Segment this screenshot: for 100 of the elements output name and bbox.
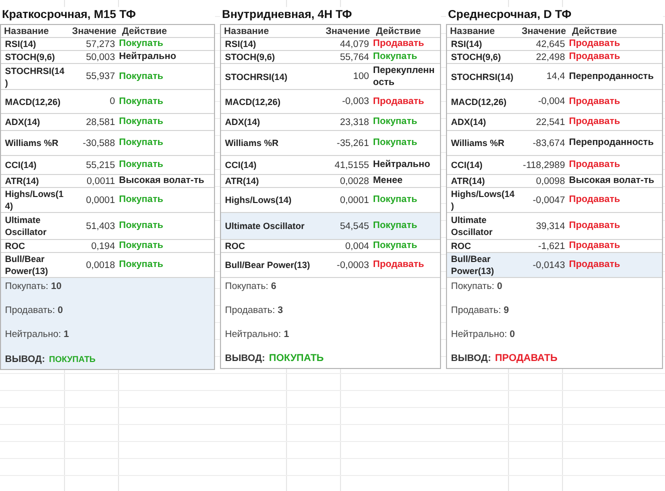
indicator-value: 0,0028 bbox=[338, 176, 370, 186]
table-row[interactable]: STOCH(9,6) 50,003 Нейтрально bbox=[1, 51, 214, 64]
verdict-value: ПРОДАВАТЬ bbox=[494, 353, 558, 365]
indicator-name: Williams %R bbox=[450, 137, 506, 149]
indicator-name: Highs/Lows(14) bbox=[224, 194, 293, 206]
indicator-value: 0 bbox=[108, 96, 116, 107]
indicator-name: RSI(14) bbox=[4, 38, 38, 50]
panel-title: Внутридневная, 4H ТФ bbox=[220, 7, 441, 24]
indicator-action: Продавать bbox=[373, 259, 426, 271]
indicator-name: Williams %R bbox=[224, 137, 280, 149]
indicator-value: 0,0098 bbox=[534, 176, 566, 186]
indicator-name: Bull/Bear Power(13) bbox=[4, 253, 50, 277]
indicator-name: STOCH(9,6) bbox=[224, 51, 276, 63]
indicator-value: 14,4 bbox=[546, 71, 566, 82]
indicator-value: 28,581 bbox=[84, 116, 116, 128]
indicator-action: Продавать bbox=[373, 38, 426, 50]
indicator-name: ADX(14) bbox=[450, 116, 488, 128]
indicator-value: 0,004 bbox=[344, 240, 370, 252]
indicator-value: -30,588 bbox=[82, 138, 116, 148]
table-row[interactable]: Bull/Bear Power(13) 0,0018 Покупать bbox=[1, 253, 214, 278]
verdict-label: ВЫВОД: bbox=[5, 354, 45, 366]
indicator-value: 50,003 bbox=[84, 52, 116, 62]
table-row[interactable]: ATR(14) 0,0028 Менее bbox=[221, 175, 440, 188]
indicator-value: 0,194 bbox=[90, 240, 116, 252]
indicator-action: Продавать bbox=[569, 159, 622, 171]
indicator-name: STOCHRSI(14) bbox=[224, 70, 288, 82]
table-row[interactable]: ROC -1,621 Продавать bbox=[447, 240, 662, 253]
table-row[interactable]: Highs/Lows(14) 0,0001 Покупать bbox=[1, 188, 214, 213]
column-header: Значение bbox=[520, 26, 567, 36]
table-row[interactable]: RSI(14) 57,273 Покупать bbox=[1, 38, 214, 51]
indicator-action: Покупать bbox=[119, 116, 164, 128]
table-row[interactable]: ATR(14) 0,0098 Высокая волат-ть bbox=[447, 175, 662, 188]
indicator-action: Перекупленность bbox=[373, 64, 436, 88]
table-row[interactable]: ROC 0,004 Покупать bbox=[221, 240, 440, 253]
indicator-action: Нейтрально bbox=[119, 51, 178, 63]
indicator-name: RSI(14) bbox=[224, 38, 258, 50]
indicator-name: Highs/Lows(14) bbox=[4, 188, 65, 212]
indicator-action: Высокая волат-ть bbox=[569, 175, 656, 187]
column-header: Действие bbox=[121, 26, 168, 36]
verdict-value: ПОКУПАТЬ bbox=[48, 353, 96, 365]
table-row[interactable]: ATR(14) 0,0011 Высокая волат-ть bbox=[1, 175, 214, 188]
table-row[interactable]: STOCH(9,6) 55,764 Покупать bbox=[221, 51, 440, 64]
indicator-value: -83,674 bbox=[532, 138, 566, 148]
table-row[interactable]: Highs/Lows(14) -0,0047 Продавать bbox=[447, 188, 662, 213]
indicator-action: Покупать bbox=[119, 96, 164, 108]
indicator-name: STOCHRSI(14) bbox=[4, 64, 66, 88]
table-row[interactable]: RSI(14) 44,079 Продавать bbox=[221, 38, 440, 51]
indicator-value: -0,004 bbox=[537, 96, 566, 107]
indicator-action: Покупать bbox=[119, 38, 164, 50]
indicator-value: -35,261 bbox=[336, 138, 370, 148]
indicator-value: 0,0018 bbox=[84, 260, 116, 270]
summary-count: Покупать: 10 bbox=[5, 281, 63, 293]
summary-count: Продавать: 3 bbox=[225, 305, 284, 317]
indicator-name: ROC bbox=[224, 240, 246, 252]
verdict-value: ПОКУПАТЬ bbox=[269, 353, 324, 365]
indicator-name: RSI(14) bbox=[450, 38, 484, 50]
indicator-action: Покупать bbox=[119, 194, 164, 206]
summary-count: Покупать: 0 bbox=[451, 281, 504, 293]
indicator-action: Менее bbox=[373, 175, 404, 187]
indicator-action: Высокая волат-ть bbox=[119, 175, 206, 187]
indicator-action: Покупать bbox=[373, 137, 418, 149]
table-row[interactable]: ROC 0,194 Покупать bbox=[1, 240, 214, 253]
table-row[interactable]: Ultimate Oscillator 51,403 Покупать bbox=[1, 213, 214, 240]
indicator-name: ATR(14) bbox=[450, 175, 486, 187]
indicator-value: 44,079 bbox=[338, 38, 370, 50]
indicator-action: Продавать bbox=[569, 240, 622, 252]
indicator-action: Продавать bbox=[569, 51, 622, 63]
indicator-value: -0,003 bbox=[341, 96, 370, 107]
table-row[interactable]: Ultimate Oscillator 54,545 Покупать bbox=[221, 213, 440, 240]
indicator-action: Покупать bbox=[373, 220, 418, 232]
indicator-name: CCI(14) bbox=[4, 159, 38, 171]
indicator-action: Покупать bbox=[373, 116, 418, 128]
indicator-value: -0,0003 bbox=[336, 260, 370, 270]
column-header: Название bbox=[223, 26, 270, 36]
summary-count: Нейтрально: 1 bbox=[5, 329, 70, 341]
indicator-name: CCI(14) bbox=[450, 159, 484, 171]
table-row[interactable]: STOCH(9,6) 22,498 Продавать bbox=[447, 51, 662, 64]
indicator-name: STOCH(9,6) bbox=[4, 51, 56, 63]
indicator-name: MACD(12,26) bbox=[4, 96, 62, 108]
panel-title: Среднесрочная, D ТФ bbox=[446, 7, 663, 24]
verdict-label: ВЫВОД: bbox=[225, 353, 265, 365]
indicator-action: Перепроданность bbox=[569, 137, 655, 149]
indicator-action: Продавать bbox=[569, 194, 622, 206]
indicator-value: 42,645 bbox=[534, 38, 566, 50]
table-row[interactable]: Bull/Bear Power(13) -0,0143 Продавать bbox=[447, 253, 662, 278]
indicator-value: 55,764 bbox=[338, 52, 370, 62]
indicator-name: STOCH(9,6) bbox=[450, 51, 502, 63]
table-row[interactable]: Ultimate Oscillator 39,314 Продавать bbox=[447, 213, 662, 240]
column-header: Действие bbox=[375, 26, 422, 36]
indicator-name: ATR(14) bbox=[4, 175, 40, 187]
indicator-action: Покупать bbox=[373, 51, 418, 63]
indicator-value: 41,5155 bbox=[334, 160, 370, 170]
indicator-value: 23,318 bbox=[338, 116, 370, 128]
indicator-action: Покупать bbox=[119, 240, 164, 252]
table-row[interactable]: RSI(14) 42,645 Продавать bbox=[447, 38, 662, 51]
indicator-name: Williams %R bbox=[4, 137, 60, 149]
indicator-value: 54,545 bbox=[338, 220, 370, 232]
column-header: Значение bbox=[71, 26, 118, 36]
summary-count: Нейтрально: 1 bbox=[225, 329, 290, 341]
column-header: Название bbox=[449, 26, 496, 36]
